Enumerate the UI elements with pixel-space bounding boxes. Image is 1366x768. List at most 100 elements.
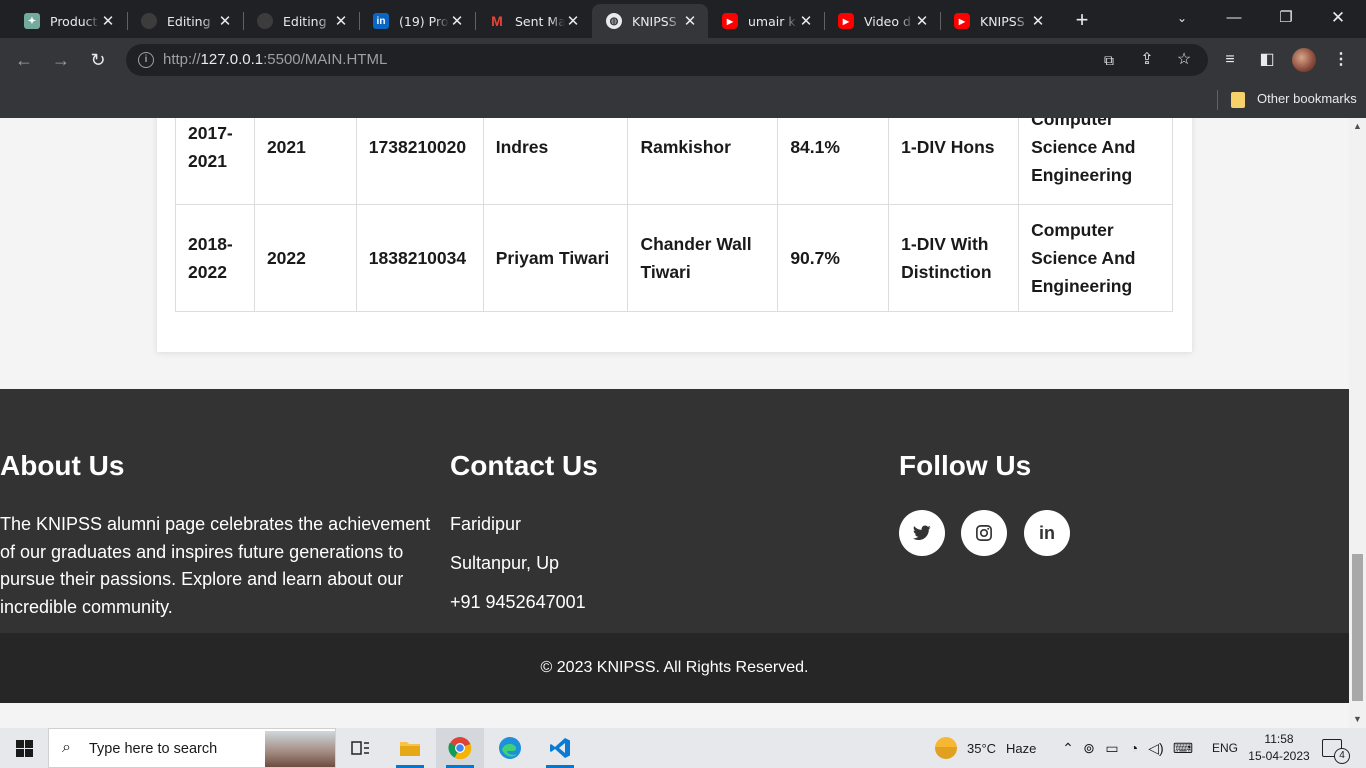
chrome-icon[interactable]: [436, 728, 484, 768]
tab-search-button[interactable]: ⌄: [1157, 0, 1207, 36]
gmail-icon: M: [491, 13, 503, 29]
edge-icon[interactable]: [486, 728, 534, 768]
tab-editing-2[interactable]: Editing ✕: [243, 4, 359, 38]
instagram-icon[interactable]: [961, 510, 1007, 556]
cell-father-name: Chander Wall Tiwari: [627, 204, 779, 312]
keyboard-icon[interactable]: ⌨: [1167, 740, 1199, 757]
close-icon[interactable]: ✕: [217, 12, 233, 30]
cell-student-name: Priyam Tiwari: [482, 204, 629, 312]
scroll-down-icon[interactable]: ▼: [1349, 711, 1366, 728]
weather-haze-icon: [935, 737, 957, 759]
side-panel-icon[interactable]: ◧: [1256, 49, 1278, 71]
reload-button[interactable]: ↻: [84, 46, 112, 74]
table-row: 2018-2022 2022 1838210034 Priyam Tiwari …: [175, 204, 1173, 312]
tab-youtube-umair[interactable]: ▶ umair k ✕: [708, 4, 824, 38]
weather-temperature: 35°C: [967, 740, 997, 756]
close-icon[interactable]: ✕: [798, 12, 814, 30]
cell-percentage: 84.1%: [777, 118, 890, 205]
cell-student-name: Indres: [482, 118, 629, 205]
bookmark-star-icon[interactable]: ☆: [1173, 49, 1195, 71]
contact-phone[interactable]: +91 9452647001: [450, 592, 586, 613]
linkedin-icon[interactable]: in: [1024, 510, 1070, 556]
back-button[interactable]: ←: [10, 46, 38, 74]
results-table: 2017-2021 2021 1738210020 Indres Ramkish…: [175, 118, 1173, 312]
restore-button[interactable]: ❐: [1261, 0, 1311, 36]
close-icon[interactable]: ✕: [682, 12, 698, 30]
tab-title: umair k: [748, 13, 796, 29]
tab-product[interactable]: ✦ Product ✕: [10, 4, 126, 38]
wifi-icon[interactable]: ◔: [1123, 740, 1145, 756]
cell-year: 2022: [253, 204, 357, 312]
cell-division: 1-DIV Hons: [888, 118, 1020, 205]
page-scrollbar[interactable]: ▲ ▼: [1349, 118, 1366, 728]
chevron-up-icon[interactable]: ⌃: [1059, 740, 1077, 757]
close-icon[interactable]: ✕: [565, 12, 581, 30]
url-text[interactable]: http://127.0.0.1:5500/MAIN.HTML: [163, 51, 387, 68]
volume-icon[interactable]: ◁): [1145, 740, 1167, 757]
file-explorer-icon[interactable]: [386, 728, 434, 768]
bookmarks-bar: Other bookmarks: [0, 82, 1366, 118]
cell-father-name: Ramkishor: [627, 118, 779, 205]
tab-youtube-video[interactable]: ▶ Video d ✕: [824, 4, 940, 38]
share-icon[interactable]: ⇪: [1136, 49, 1158, 71]
translate-icon[interactable]: ⧉: [1098, 49, 1120, 71]
cell-branch: Computer Science And Engineering: [1018, 204, 1173, 312]
vscode-icon[interactable]: [536, 728, 584, 768]
scrollbar-thumb[interactable]: [1352, 554, 1363, 701]
tab-title: (19) Pro: [399, 13, 449, 29]
close-icon[interactable]: ✕: [914, 12, 930, 30]
tab-title: Sent Ma: [515, 13, 565, 29]
scroll-up-icon[interactable]: ▲: [1349, 118, 1366, 135]
tab-title: KNIPSS: [980, 13, 1025, 29]
menu-kebab-icon[interactable]: ⋮: [1330, 49, 1352, 71]
windows-logo-part: [25, 740, 33, 748]
notification-center-icon[interactable]: 4: [1322, 728, 1350, 768]
close-icon[interactable]: ✕: [100, 12, 116, 30]
clock[interactable]: 11:58 15-04-2023: [1248, 731, 1310, 765]
browser-toolbar: ← → ↻ i http://127.0.0.1:5500/MAIN.HTML …: [0, 38, 1366, 82]
about-heading: About Us: [0, 450, 125, 481]
youtube-icon: ▶: [954, 13, 970, 29]
forward-button[interactable]: →: [47, 46, 75, 74]
copyright-bar: © 2023 KNIPSS. All Rights Reserved.: [0, 633, 1349, 703]
cell-percentage: 90.7%: [777, 204, 890, 312]
weather-description: Haze: [1006, 740, 1037, 756]
language-indicator[interactable]: ENG: [1212, 728, 1238, 768]
linkedin-icon: in: [373, 13, 389, 29]
tab-title: Video d: [864, 13, 911, 29]
battery-icon[interactable]: ▭: [1101, 740, 1123, 757]
meet-now-icon[interactable]: ⊚: [1077, 740, 1101, 757]
media-control-icon[interactable]: ≡: [1219, 49, 1241, 71]
cell-year: 2021: [253, 118, 357, 205]
close-window-button[interactable]: ✕: [1313, 0, 1363, 36]
close-icon[interactable]: ✕: [1030, 12, 1046, 30]
windows-start-icon[interactable]: [0, 728, 48, 768]
tab-linkedin[interactable]: in (19) Pro ✕: [359, 4, 475, 38]
url-scheme: http://: [163, 51, 201, 68]
tab-youtube-knipss[interactable]: ▶ KNIPSS ✕: [940, 4, 1056, 38]
task-view-icon[interactable]: [336, 728, 384, 768]
copyright-text: © 2023 KNIPSS. All Rights Reserved.: [540, 659, 809, 676]
close-icon[interactable]: ✕: [449, 12, 465, 30]
new-tab-button[interactable]: +: [1068, 7, 1096, 35]
weather-widget[interactable]: 35°C Haze: [935, 728, 1036, 768]
close-icon[interactable]: ✕: [333, 12, 349, 30]
folder-icon: [1231, 92, 1245, 108]
info-icon[interactable]: i: [138, 52, 154, 68]
contact-heading: Contact Us: [450, 450, 598, 481]
minimize-button[interactable]: —: [1209, 0, 1259, 36]
tab-gmail[interactable]: M Sent Ma ✕: [475, 4, 591, 38]
other-bookmarks[interactable]: Other bookmarks: [1257, 91, 1357, 106]
windows-logo-part: [16, 740, 24, 748]
cell-session: 2017-2021: [175, 118, 255, 205]
tab-knipss-active[interactable]: ◍ KNIPSS ✕: [592, 4, 708, 38]
twitter-icon[interactable]: [899, 510, 945, 556]
clock-date: 15-04-2023: [1248, 749, 1310, 763]
profile-avatar[interactable]: [1292, 48, 1316, 72]
tab-title: KNIPSS: [632, 13, 677, 29]
tab-editing-1[interactable]: Editing ✕: [127, 4, 243, 38]
address-bar[interactable]: i http://127.0.0.1:5500/MAIN.HTML ⧉ ⇪ ☆: [126, 44, 1208, 76]
taskbar-search-box[interactable]: ⌕ Type here to search: [48, 728, 336, 768]
about-text: The KNIPSS alumni page celebrates the ac…: [0, 514, 431, 617]
follow-heading: Follow Us: [899, 450, 1032, 481]
